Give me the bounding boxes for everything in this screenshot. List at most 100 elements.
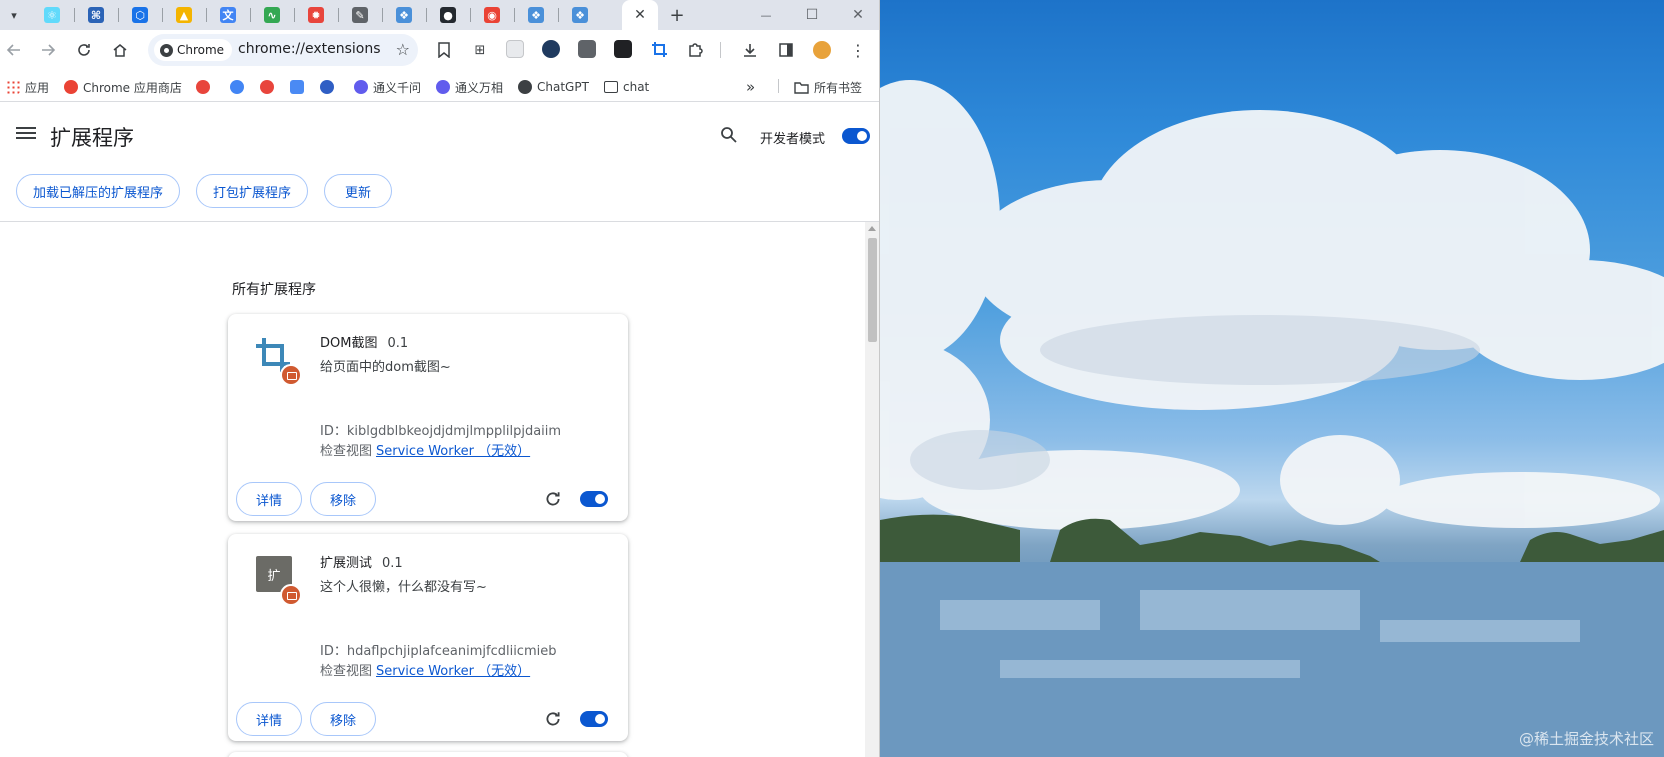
maximize-icon: ☐ xyxy=(805,7,819,23)
dom-screenshot-extension-button[interactable] xyxy=(648,38,672,62)
pack-extension-button[interactable]: 打包扩展程序 xyxy=(196,174,308,208)
tab-8[interactable]: ❖ xyxy=(382,0,426,30)
section-title: 所有扩展程序 xyxy=(232,282,316,298)
extension-moon-icon[interactable] xyxy=(614,40,632,58)
flame-icon xyxy=(196,80,210,94)
tab-9[interactable]: ● xyxy=(426,0,470,30)
react-icon: ⚛ xyxy=(44,7,60,23)
bookmark-8[interactable]: 通义万相 xyxy=(436,78,503,96)
extension-description: 给页面中的dom截图~ xyxy=(320,360,451,375)
bookmark-6[interactable] xyxy=(320,78,334,96)
tab-11[interactable]: ❖ xyxy=(514,0,558,30)
bookmark-7[interactable]: 通义千问 xyxy=(354,78,421,96)
details-button[interactable]: 详情 xyxy=(236,482,303,516)
puzzle-icon xyxy=(689,43,703,57)
reload-icon[interactable] xyxy=(544,710,562,728)
url-text[interactable]: chrome://extensions xyxy=(238,41,381,57)
tab-2[interactable]: ⬡ xyxy=(118,0,162,30)
bookmark-0[interactable]: 应用 xyxy=(6,78,49,96)
bookmark-button[interactable] xyxy=(432,38,456,62)
bookmark-5[interactable] xyxy=(290,78,304,96)
note-icon xyxy=(290,80,304,94)
bookmark-4[interactable] xyxy=(260,78,274,96)
service-worker-link[interactable]: Service Worker （无效） xyxy=(376,444,530,459)
bookmark-3[interactable] xyxy=(230,78,244,96)
profile-avatar[interactable] xyxy=(810,38,834,62)
developer-mode-toggle[interactable] xyxy=(842,128,870,144)
tab-search-button[interactable]: ▾ xyxy=(0,0,28,30)
bookmark-label: 通义千问 xyxy=(373,80,422,95)
extension-name: 扩展测试 0.1 xyxy=(320,556,403,571)
home-button[interactable] xyxy=(108,38,132,62)
tab-6[interactable]: ✹ xyxy=(294,0,338,30)
minimize-icon: — xyxy=(760,8,772,22)
tab-12[interactable]: ❖ xyxy=(558,0,602,30)
github-icon: ● xyxy=(440,7,456,23)
downloads-button[interactable] xyxy=(738,38,762,62)
tab-7[interactable]: ✎ xyxy=(338,0,382,30)
add-to-group-button[interactable]: ⊞ xyxy=(468,38,492,62)
extension-card-dom-screenshot: DOM截图 0.1 给页面中的dom截图~ ID：kiblgdblbkeojdjd… xyxy=(228,314,628,521)
tab-extensions-active[interactable]: ✕ xyxy=(622,0,658,30)
site-info-chip[interactable]: Chrome xyxy=(154,39,233,61)
bookmark-label: Chrome 应用商店 xyxy=(83,80,182,95)
extension-icon: 扩 xyxy=(252,554,304,606)
service-worker-link[interactable]: Service Worker （无效） xyxy=(376,664,530,679)
paw-icon xyxy=(320,80,334,94)
star-icon[interactable]: ☆ xyxy=(396,40,410,59)
address-bar[interactable]: Chrome chrome://extensions ☆ xyxy=(148,34,418,66)
extensions-menu-button[interactable] xyxy=(684,38,708,62)
bookmark-9[interactable]: ChatGPT xyxy=(518,78,589,96)
toolbar-divider xyxy=(720,42,721,58)
codeium-icon: ❖ xyxy=(572,7,588,23)
all-bookmarks-folder[interactable]: 所有书签 xyxy=(794,78,862,96)
extension-version: 0.1 xyxy=(387,336,409,351)
forward-button[interactable] xyxy=(36,38,60,62)
all-bookmarks-label: 所有书签 xyxy=(814,80,863,95)
details-button[interactable]: 详情 xyxy=(236,702,303,736)
reload-icon[interactable] xyxy=(544,490,562,508)
hamburger-menu-icon[interactable] xyxy=(16,124,36,140)
extension-news-icon[interactable] xyxy=(578,40,596,58)
desktop-wallpaper: @稀土掘金技术社区 xyxy=(880,0,1664,757)
tab-3[interactable]: ▲ xyxy=(162,0,206,30)
bookmark-label: ChatGPT xyxy=(537,80,589,94)
extension-id: ID：kiblgdblbkeojdjdmjlmpplilpjdaiim xyxy=(320,424,562,439)
scrollbar[interactable] xyxy=(865,222,879,757)
back-button[interactable] xyxy=(2,38,26,62)
bookmarks-divider xyxy=(778,79,779,93)
bookmark-2[interactable] xyxy=(196,78,210,96)
tab-5[interactable]: ∿ xyxy=(250,0,294,30)
tab-10[interactable]: ◉ xyxy=(470,0,514,30)
scrollbar-thumb[interactable] xyxy=(868,238,877,342)
tab-4[interactable]: 文 xyxy=(206,0,250,30)
update-button[interactable]: 更新 xyxy=(324,174,392,208)
bookmark-1[interactable]: Chrome 应用商店 xyxy=(64,78,182,96)
extension-qr-icon[interactable] xyxy=(506,40,524,58)
search-icon[interactable] xyxy=(720,126,738,144)
more-vert-icon: ⋮ xyxy=(850,40,866,60)
remove-button[interactable]: 移除 xyxy=(310,482,377,516)
chrome-menu-button[interactable]: ⋮ xyxy=(846,38,870,62)
load-unpacked-button[interactable]: 加载已解压的扩展程序 xyxy=(16,174,180,208)
extension-card-test: 扩 扩展测试 0.1 这个人很懒，什么都没有写~ ID：hdaflpchjipla… xyxy=(228,534,628,741)
reload-button[interactable] xyxy=(72,38,96,62)
webstore-icon xyxy=(64,80,78,94)
extension-check-icon[interactable] xyxy=(542,40,560,58)
remove-button[interactable]: 移除 xyxy=(310,702,377,736)
tab-strip: ▾ ⚛ ⌘ ⬡ ▲ 文 ∿ ✹ ✎ ❖ ● ◉ ❖ ❖ ✕ + — ☐ ✕ xyxy=(0,0,879,30)
bookmark-10[interactable]: chat xyxy=(604,78,649,96)
extension-enable-toggle[interactable] xyxy=(580,491,608,507)
tab-1[interactable]: ⌘ xyxy=(74,0,118,30)
minimize-button[interactable]: — xyxy=(744,0,788,30)
scroll-up-arrow-icon[interactable] xyxy=(868,226,876,231)
extension-icon xyxy=(252,334,304,386)
close-icon[interactable]: ✕ xyxy=(634,7,646,23)
maximize-button[interactable]: ☐ xyxy=(790,0,834,30)
bookmarks-overflow-button[interactable]: » xyxy=(746,78,755,96)
close-window-button[interactable]: ✕ xyxy=(836,0,879,30)
extension-enable-toggle[interactable] xyxy=(580,711,608,727)
side-panel-button[interactable] xyxy=(774,38,798,62)
tab-0[interactable]: ⚛ xyxy=(30,0,74,30)
new-tab-button[interactable]: + xyxy=(662,0,692,30)
